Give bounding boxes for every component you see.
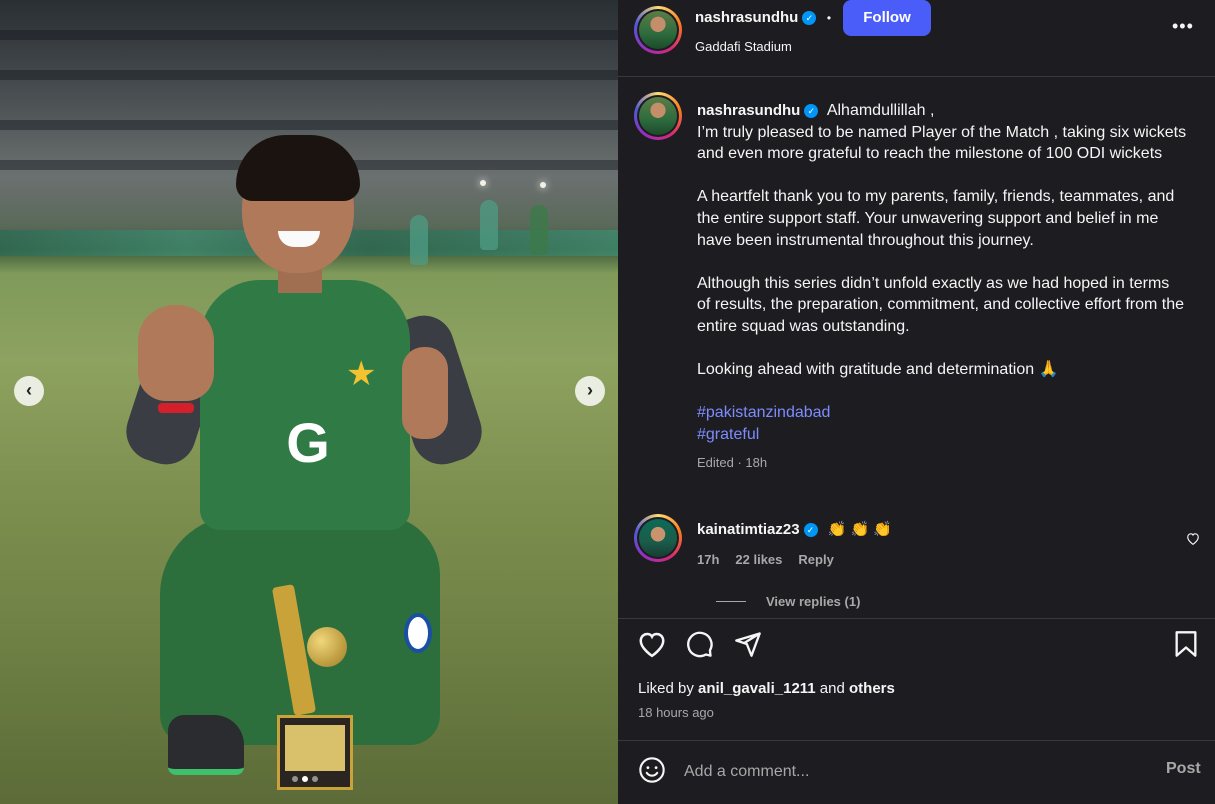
trophy-plaque xyxy=(285,725,345,771)
actions-divider xyxy=(618,618,1215,619)
hashtag-link[interactable]: #pakistanzindabad xyxy=(697,402,1187,424)
post-actions xyxy=(618,620,1215,670)
caption-text: nashrasundhu ✓ Alhamdullillah , I’m truly… xyxy=(697,100,1187,473)
caption-username[interactable]: nashrasundhu xyxy=(697,102,800,119)
caption-first-line: Alhamdullillah , xyxy=(826,102,935,119)
stadium-light xyxy=(480,180,486,186)
post-header: nashrasundhu ✓ • Gaddafi Stadium Follow •… xyxy=(618,0,1215,64)
background-player xyxy=(480,200,498,250)
author-avatar-image xyxy=(639,11,677,49)
view-replies-line xyxy=(716,601,746,602)
comment-like-heart-icon[interactable] xyxy=(1186,532,1200,548)
caption-paragraph: Although this series didn’t unfold exact… xyxy=(697,274,1185,335)
author-username[interactable]: nashrasundhu xyxy=(695,9,798,26)
hashtag-link[interactable]: #grateful xyxy=(697,424,1187,446)
stadium-stand xyxy=(0,70,618,80)
player-shoe xyxy=(168,715,244,775)
trophy-ball xyxy=(307,627,347,667)
comment-body: 👏 👏 👏 xyxy=(827,521,893,538)
carousel-dots xyxy=(292,776,318,782)
view-replies-label: View replies (1) xyxy=(766,594,861,609)
comment-meta: 17h 22 likes Reply xyxy=(697,552,834,567)
view-replies-button[interactable]: View replies (1) xyxy=(716,594,860,609)
comment-text: kainatimtiaz23 ✓ 👏 👏 👏 xyxy=(697,520,892,538)
caption-meta: Edited · 18h xyxy=(697,454,768,470)
commenter-avatar-image xyxy=(639,519,677,557)
emoji-smiley-icon[interactable] xyxy=(638,756,668,786)
caption-author-avatar-image xyxy=(639,97,677,135)
post-location[interactable]: Gaddafi Stadium xyxy=(695,39,792,54)
verified-badge-icon: ✓ xyxy=(804,103,819,118)
comment-bar: Post xyxy=(618,740,1215,804)
player-of-match-trophy xyxy=(271,584,355,790)
player-figure: G ★ xyxy=(118,135,490,795)
caption-author-avatar[interactable] xyxy=(634,92,682,140)
carousel-next-button[interactable]: › xyxy=(575,376,605,406)
liked-by-and: and xyxy=(815,680,850,697)
verified-badge-icon: ✓ xyxy=(803,523,818,538)
post-time[interactable]: 18 hours ago xyxy=(638,705,714,720)
follow-button[interactable]: Follow xyxy=(843,0,931,36)
header-divider xyxy=(618,76,1215,77)
author-info: nashrasundhu ✓ • xyxy=(695,9,831,27)
pcb-star-badge: ★ xyxy=(346,355,377,393)
save-bookmark-icon[interactable] xyxy=(1170,628,1202,660)
verified-badge-icon: ✓ xyxy=(802,10,817,25)
post-comment-button[interactable]: Post xyxy=(1166,760,1201,778)
stadium-light xyxy=(540,182,546,188)
gatorade-logo: G xyxy=(286,411,330,474)
commenter-avatar[interactable] xyxy=(634,514,682,562)
liked-by-prefix: Liked by xyxy=(638,680,699,697)
caption-paragraph: I’m truly pleased to be named Player of … xyxy=(697,123,1187,163)
post-photo[interactable]: G ★ ‹ › xyxy=(0,0,618,804)
header-separator: • xyxy=(826,11,832,25)
author-avatar[interactable] xyxy=(634,6,682,54)
like-heart-icon[interactable] xyxy=(636,628,668,660)
player-hair xyxy=(236,135,360,201)
comment-reply-button[interactable]: Reply xyxy=(798,552,833,567)
stadium-stand xyxy=(0,30,618,40)
wrist-band xyxy=(158,403,194,413)
caption-paragraph: A heartfelt thank you to my parents, fam… xyxy=(697,188,1175,249)
liked-by-others[interactable]: others xyxy=(849,680,895,697)
commenter-username[interactable]: kainatimtiaz23 xyxy=(697,521,800,538)
more-options-icon[interactable]: ••• xyxy=(1172,16,1194,37)
liked-by-user[interactable]: anil_gavali_1211 xyxy=(698,680,816,697)
comment-time: 17h xyxy=(697,552,720,567)
carousel-dot xyxy=(312,776,318,782)
liked-by-line: Liked by anil_gavali_1211 and others xyxy=(638,680,895,697)
carousel-dot xyxy=(292,776,298,782)
player-jersey xyxy=(200,280,410,530)
share-send-icon[interactable] xyxy=(732,628,764,660)
background-player xyxy=(530,205,548,255)
pepsi-logo xyxy=(404,613,432,653)
caption-paragraph: Looking ahead with gratitude and determi… xyxy=(697,361,1059,379)
player-hand-five xyxy=(138,305,214,401)
carousel-dot-active xyxy=(302,776,308,782)
carousel-prev-button[interactable]: ‹ xyxy=(14,376,44,406)
stadium-stand xyxy=(0,120,618,130)
comment-likes[interactable]: 22 likes xyxy=(735,552,782,567)
player-hand-one xyxy=(402,347,448,439)
add-comment-input[interactable] xyxy=(684,758,1114,786)
post-side-panel: nashrasundhu ✓ • Gaddafi Stadium Follow •… xyxy=(618,0,1215,804)
comment-bubble-icon[interactable] xyxy=(684,628,716,660)
